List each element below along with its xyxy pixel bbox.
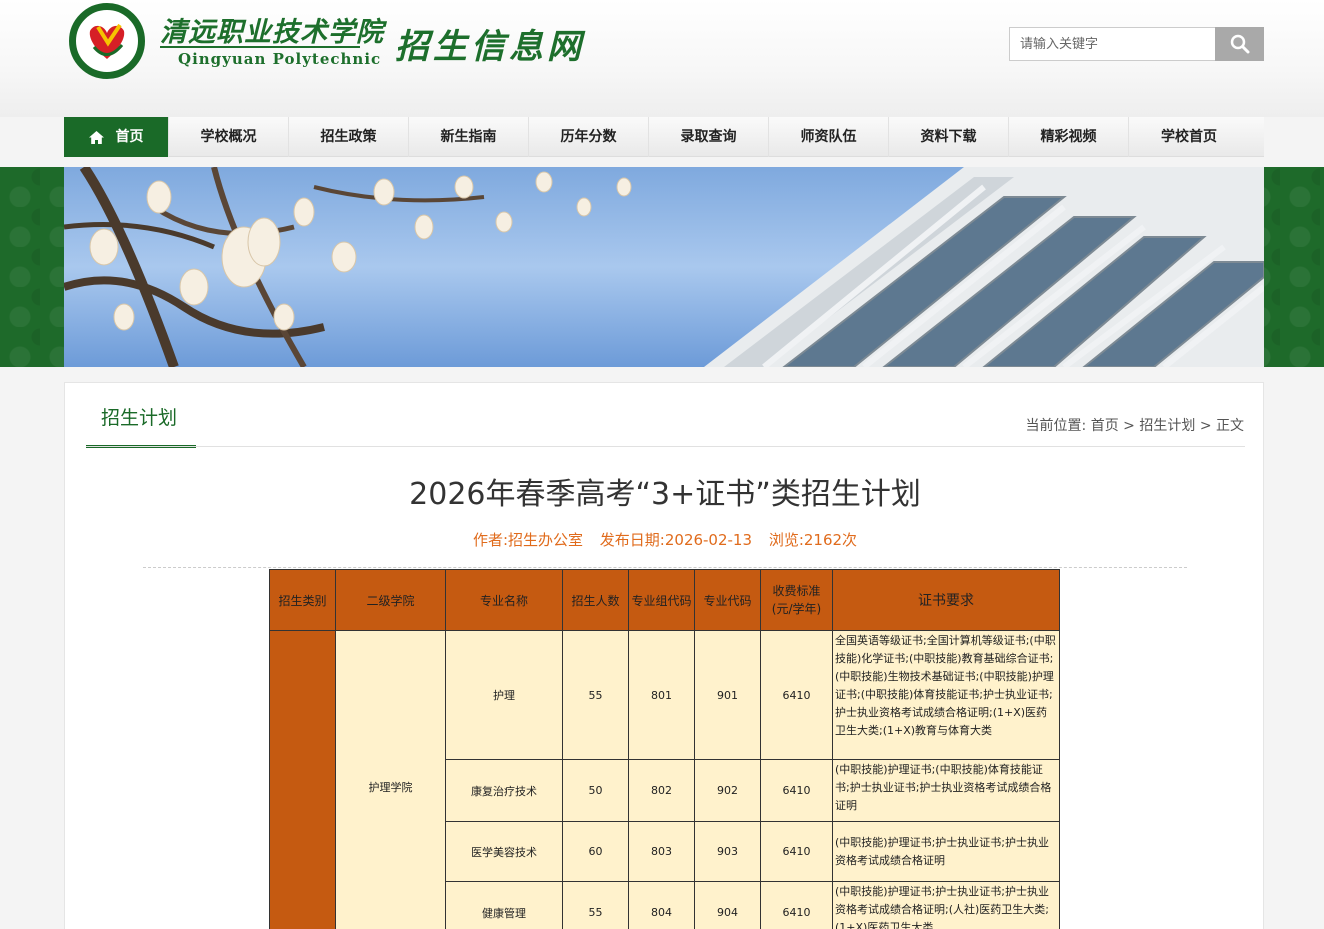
- table-cell-major-code: 903: [694, 821, 761, 882]
- nav-item-admission-policy[interactable]: 招生政策: [289, 117, 409, 157]
- school-name-cn: 清远职业技术学院: [160, 17, 384, 48]
- breadcrumb-separator: >: [1123, 418, 1135, 434]
- table-header-cell: 招生人数: [562, 569, 629, 631]
- site-title: 招生信息网: [395, 27, 585, 67]
- nav-item-past-scores[interactable]: 历年分数: [529, 117, 649, 157]
- table-cell-count: 50: [562, 759, 629, 822]
- article-meta: 作者:招生办公室 发布日期:2026-02-13 浏览:2162次: [65, 529, 1265, 550]
- section-tab[interactable]: 招生计划: [86, 383, 196, 448]
- search-input[interactable]: [1010, 28, 1215, 60]
- school-logo[interactable]: [68, 3, 146, 79]
- table-cell-college: 护理学院: [335, 630, 446, 929]
- main-nav: 首页 学校概况 招生政策 新生指南 历年分数 录取查询 师资队伍 资料下载 精彩…: [64, 117, 1264, 157]
- article-author: 作者:招生办公室: [472, 531, 584, 549]
- banner-image: [64, 167, 1264, 367]
- banner-illustration: [64, 167, 1264, 367]
- table-cell-major: 护理: [445, 630, 563, 760]
- table-cell-major-code: 902: [694, 759, 761, 822]
- table-cell-requirements: 全国英语等级证书;全国计算机等级证书;(中职技能)化学证书;(中职技能)教育基础…: [832, 630, 1060, 760]
- table-cell-major-code: 901: [694, 630, 761, 760]
- table-header-cell: 证书要求: [832, 569, 1060, 631]
- nav-item-school-home[interactable]: 学校首页: [1129, 117, 1249, 157]
- table-header-row: 招生类别 二级学院 专业名称 招生人数 专业组代码 专业代码 收费标准 (元/学…: [269, 569, 1060, 631]
- school-name-divider: [160, 46, 360, 48]
- article-views: 浏览:2162次: [768, 531, 858, 549]
- school-name-en: Qingyuan Polytechnic: [178, 50, 382, 68]
- meta-divider: [143, 567, 1187, 568]
- table-cell-major-code: 904: [694, 881, 761, 929]
- table-row: 护理学院 护理 55 801 901 6410 全国英语等级证书;全国计算机等级…: [269, 630, 1060, 929]
- site-header: 清远职业技术学院 Qingyuan Polytechnic 招生信息网: [0, 0, 1324, 117]
- table-cell-fee: 6410: [760, 630, 833, 760]
- table-cell-count: 60: [562, 821, 629, 882]
- table-cell-requirements: (中职技能)护理证书;护士执业证书;护士执业资格考试成绩合格证明: [832, 821, 1060, 882]
- table-header-cell: 专业名称: [445, 569, 563, 631]
- table-cell-fee: 6410: [760, 759, 833, 822]
- table-cell-major: 康复治疗技术: [445, 759, 563, 822]
- table-cell-major: 医学美容技术: [445, 821, 563, 882]
- nav-item-faculty[interactable]: 师资队伍: [769, 117, 889, 157]
- home-icon: [88, 130, 104, 144]
- breadcrumb-home[interactable]: 首页: [1091, 418, 1119, 434]
- nav-item-downloads[interactable]: 资料下载: [889, 117, 1009, 157]
- breadcrumb-prefix: 当前位置:: [1025, 418, 1087, 434]
- table-header-cell: 专业组代码: [628, 569, 695, 631]
- table-cell-major: 健康管理: [445, 881, 563, 929]
- search-box: [1009, 27, 1264, 61]
- table-cell-fee: 6410: [760, 881, 833, 929]
- table-cell-group-code: 801: [628, 630, 695, 760]
- breadcrumb-current: 正文: [1216, 418, 1244, 434]
- table-cell-category: [269, 630, 336, 929]
- table-cell-count: 55: [562, 881, 629, 929]
- breadcrumb-separator: >: [1199, 418, 1212, 434]
- table-header-cell: 专业代码: [694, 569, 761, 631]
- nav-item-home[interactable]: 首页: [64, 117, 169, 157]
- table-header-cell: 招生类别: [269, 569, 336, 631]
- table-header-cell: 二级学院: [335, 569, 446, 631]
- admission-plan-table: 招生类别 二级学院 专业名称 招生人数 专业组代码 专业代码 收费标准 (元/学…: [269, 569, 1060, 929]
- table-cell-requirements: (中职技能)护理证书;(中职技能)体育技能证书;护士执业证书;护士执业资格考试成…: [832, 759, 1060, 822]
- table-cell-group-code: 804: [628, 881, 695, 929]
- section-title: 招生计划: [101, 407, 178, 429]
- section-divider: [86, 446, 1245, 447]
- table-cell-group-code: 803: [628, 821, 695, 882]
- breadcrumb: 当前位置: 首页 > 招生计划 > 正文: [1026, 415, 1244, 435]
- nav-item-freshman-guide[interactable]: 新生指南: [409, 117, 529, 157]
- nav-item-videos[interactable]: 精彩视频: [1009, 117, 1129, 157]
- search-button[interactable]: [1215, 27, 1264, 61]
- nav-item-label: 首页: [115, 129, 144, 145]
- table-cell-requirements: (中职技能)护理证书;护士执业证书;护士执业资格考试成绩合格证明;(人社)医药卫…: [832, 881, 1060, 929]
- article-title: 2026年春季高考“3+证书”类招生计划: [409, 477, 921, 512]
- search-icon: [1230, 34, 1249, 54]
- article-date: 发布日期:2026-02-13: [599, 531, 753, 549]
- table-header-cell: 收费标准 (元/学年): [760, 569, 833, 631]
- table-cell-count: 55: [562, 630, 629, 760]
- nav-item-school-overview[interactable]: 学校概况: [169, 117, 289, 157]
- content-card: 招生计划 当前位置: 首页 > 招生计划 > 正文 2026年春季高考“3+证书…: [64, 382, 1264, 929]
- breadcrumb-admission-plan[interactable]: 招生计划: [1139, 418, 1195, 434]
- nav-item-admission-query[interactable]: 录取查询: [649, 117, 769, 157]
- table-cell-fee: 6410: [760, 821, 833, 882]
- table-cell-group-code: 802: [628, 759, 695, 822]
